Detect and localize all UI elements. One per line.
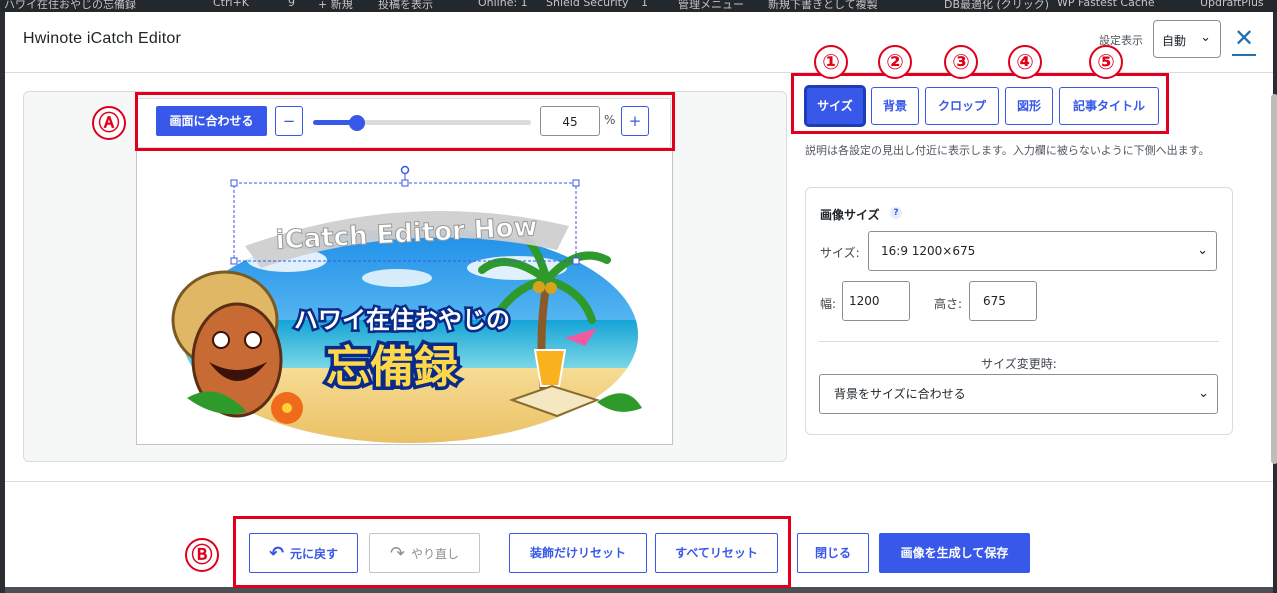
help-hint-text: 説明は各設定の見出し付近に表示します。入力欄に被らないように下側へ出ます。 <box>805 144 1210 157</box>
size-preset-value: 16:9 1200×675 <box>881 244 976 258</box>
size-preset-label: サイズ: <box>820 246 860 260</box>
view-mode-value: 自動 <box>1162 34 1187 48</box>
help-icon[interactable]: ? <box>890 207 902 219</box>
icatch-editor-modal: Hwinote iCatch Editor 設定表示 自動 ⌄ ✕ 画面に合わせ… <box>5 12 1277 588</box>
admin-bar-item: DB最適化 (クリック) <box>944 0 1050 11</box>
chevron-down-icon: ⌄ <box>1197 243 1208 258</box>
admin-bar-item: 管理メニュー <box>678 0 744 11</box>
annotation-number-1: ① <box>814 45 848 79</box>
height-input[interactable]: 675 <box>969 281 1037 321</box>
size-preset-select[interactable]: 16:9 1200×675 ⌄ <box>868 231 1217 271</box>
close-button[interactable]: 閉じる <box>797 533 869 573</box>
modal-title: Hwinote iCatch Editor <box>23 30 182 47</box>
image-size-heading: 画像サイズ <box>820 208 880 222</box>
admin-bar-item: Online: 1 <box>478 0 528 9</box>
panel-scrollbar[interactable] <box>1271 94 1277 464</box>
width-label: 幅: <box>820 297 837 311</box>
view-mode-select[interactable]: 自動 ⌄ <box>1153 20 1221 58</box>
resize-handle[interactable] <box>572 257 580 265</box>
resize-handle[interactable] <box>401 179 409 187</box>
generate-and-save-button[interactable]: 画像を生成して保存 <box>879 533 1030 573</box>
annotation-number-4: ④ <box>1008 45 1042 79</box>
admin-bar-item: Shield Security <box>546 0 629 9</box>
resize-handle[interactable] <box>230 179 238 187</box>
on-size-change-select[interactable]: 背景をサイズに合わせる ⌄ <box>819 374 1218 414</box>
admin-bar-item: 1 <box>641 0 648 9</box>
rotate-handle[interactable] <box>400 165 410 175</box>
admin-bar-item: 9 <box>288 0 295 9</box>
annotation-number-5: ⑤ <box>1089 45 1123 79</box>
main-title-line2: 忘備録 <box>326 342 459 393</box>
annotation-number-2: ② <box>878 45 912 79</box>
annotation-box-a <box>135 92 675 151</box>
annotation-number-3: ③ <box>944 45 978 79</box>
on-size-change-label: サイズ変更時: <box>981 357 1057 371</box>
annotation-label-b: Ⓑ <box>185 538 219 572</box>
card-divider <box>819 341 1219 342</box>
background-admin-bar: ハワイ在住おやじの忘備録 Ctrl+K 9 + 新規 投稿を表示 Online:… <box>0 0 1277 12</box>
on-size-change-value: 背景をサイズに合わせる <box>834 387 966 401</box>
admin-bar-item: 新規下書きとして複製 <box>768 0 878 11</box>
resize-handle[interactable] <box>230 257 238 265</box>
close-icon[interactable]: ✕ <box>1232 26 1256 56</box>
height-label: 高さ: <box>934 297 963 311</box>
footer-divider <box>5 481 1273 482</box>
admin-bar-item: 投稿を表示 <box>378 0 433 11</box>
image-canvas[interactable]: iCatch Editor How ハワイ在住おやじの 忘備録 <box>136 149 673 445</box>
chevron-down-icon: ⌄ <box>1198 386 1209 401</box>
admin-bar-item: Ctrl+K <box>213 0 250 9</box>
annotation-box-tabs <box>791 73 1169 134</box>
annotation-box-b <box>233 516 791 588</box>
chevron-down-icon: ⌄ <box>1200 30 1211 45</box>
main-title-line1: ハワイ在住おやじの <box>294 306 510 334</box>
resize-handle[interactable] <box>572 179 580 187</box>
admin-bar-item: UpdraftPlus <box>1200 0 1264 9</box>
annotation-label-a: Ⓐ <box>92 106 126 140</box>
admin-bar-item: WP Fastest Cache <box>1057 0 1155 9</box>
eyecatch-image: iCatch Editor How ハワイ在住おやじの 忘備録 <box>171 165 642 443</box>
admin-bar-item: + 新規 <box>318 0 353 11</box>
admin-bar-item: ハワイ在住おやじの忘備録 <box>4 0 136 11</box>
width-input[interactable]: 1200 <box>842 281 910 321</box>
